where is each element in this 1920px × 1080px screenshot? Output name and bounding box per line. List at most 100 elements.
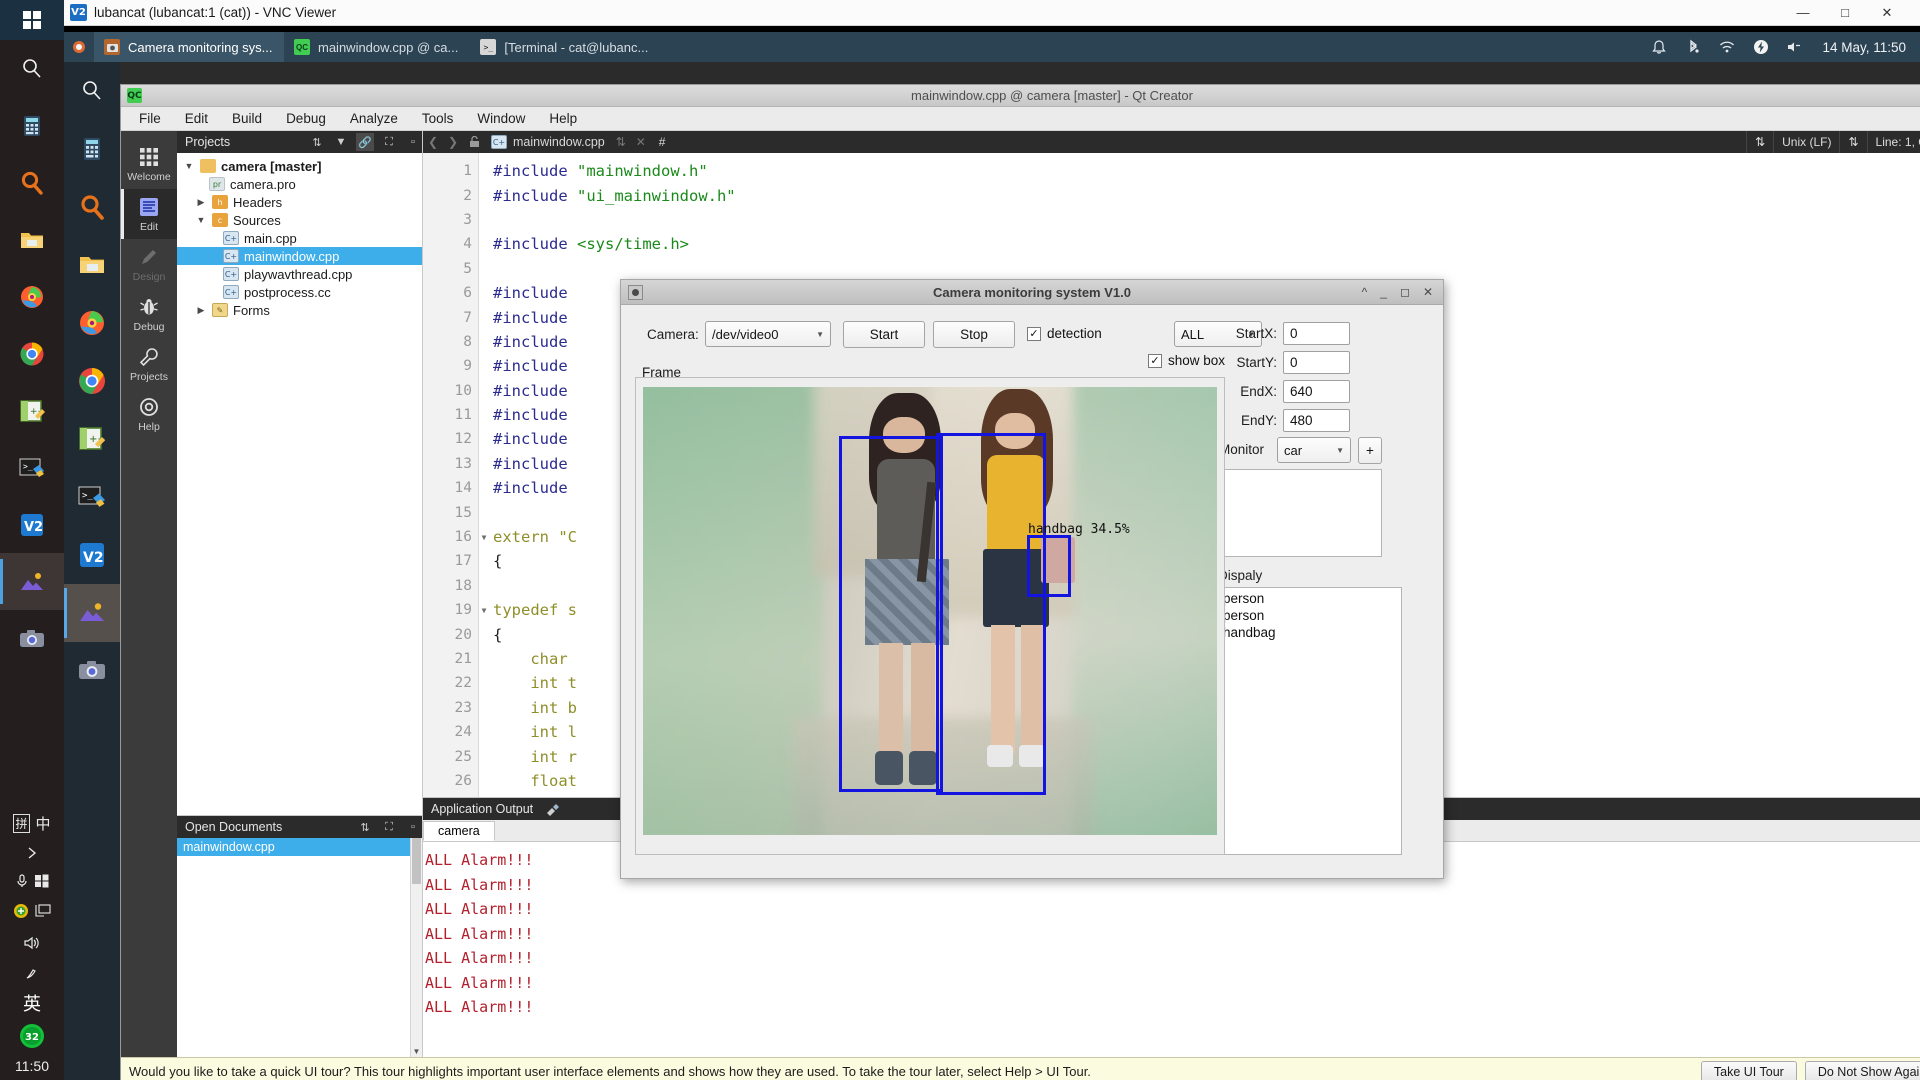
dock-calculator-icon[interactable] — [64, 120, 120, 178]
tree-item-camera-pro[interactable]: pr camera.pro — [177, 175, 422, 193]
maximize-button[interactable]: □ — [1838, 5, 1852, 21]
show-box-checkbox[interactable]: ✓ show box — [1148, 353, 1225, 368]
vnc-viewer-icon[interactable]: V2 — [0, 496, 64, 553]
cursor-position-label[interactable]: Line: 1, Col: 1 — [1866, 131, 1920, 153]
stop-button[interactable]: Stop — [933, 321, 1015, 348]
endx-field[interactable]: 640 — [1283, 380, 1350, 403]
tree-item-forms[interactable]: ▶ ✎ Forms — [177, 301, 422, 319]
close-button[interactable]: ✕ — [1880, 5, 1894, 21]
camera-device-select[interactable]: /dev/video0 ▼ — [705, 321, 831, 347]
everything-search-icon[interactable] — [0, 154, 64, 211]
terminal-icon[interactable]: >_ — [0, 439, 64, 496]
power-icon[interactable] — [1752, 38, 1770, 56]
display-list[interactable]: person person handbag — [1218, 587, 1402, 855]
close-icon[interactable]: ▫ — [404, 818, 422, 836]
close-split-icon[interactable]: ▫ — [404, 133, 422, 151]
symbol-selector[interactable]: # — [651, 131, 674, 153]
tree-item-headers[interactable]: ▶ h Headers — [177, 193, 422, 211]
lock-icon[interactable] — [463, 136, 485, 148]
menu-analyze[interactable]: Analyze — [340, 109, 408, 128]
display-icon[interactable] — [35, 904, 51, 922]
filter-icon[interactable]: ▼ — [332, 133, 350, 151]
dock-search-icon[interactable] — [64, 62, 120, 120]
dock-firefox-icon[interactable] — [64, 294, 120, 352]
search-icon[interactable] — [0, 40, 64, 97]
starty-field[interactable]: 0 — [1283, 351, 1350, 374]
menu-tools[interactable]: Tools — [412, 109, 464, 128]
start-button[interactable] — [0, 0, 64, 40]
tree-item-camera[interactable]: ▼ camera [master] — [177, 157, 422, 175]
pen-icon[interactable] — [0, 958, 64, 988]
remote-start-button[interactable] — [64, 39, 94, 55]
encoding-dropdown-icon[interactable]: ⇅ — [1839, 131, 1866, 153]
forward-icon[interactable]: ❯ — [443, 135, 463, 149]
photos-icon[interactable] — [0, 553, 64, 610]
file-explorer-icon[interactable] — [0, 211, 64, 268]
dock-text-editor-icon[interactable]: ++ — [64, 410, 120, 468]
firefox-icon[interactable] — [0, 268, 64, 325]
close-file-icon[interactable]: ✕ — [631, 135, 651, 149]
chrome-icon[interactable] — [0, 325, 64, 382]
english-mode-icon[interactable]: 英 — [0, 988, 64, 1018]
pinyin-ime-icon[interactable]: 拼 — [13, 813, 30, 833]
file-dropdown-icon[interactable]: ⇅ — [611, 135, 631, 149]
minimize-button[interactable]: — — [1796, 5, 1810, 21]
endy-field[interactable]: 480 — [1283, 409, 1350, 432]
tree-item-playwavthread-cpp[interactable]: C+ playwavthread.cpp — [177, 265, 422, 283]
twisty-right-icon[interactable]: ▶ — [195, 197, 207, 208]
taskbar-clock[interactable]: 11:50 — [15, 1054, 49, 1074]
chevron-right-icon[interactable] — [0, 838, 64, 868]
update-icon[interactable] — [13, 903, 29, 923]
take-ui-tour-button[interactable]: Take UI Tour — [1700, 1060, 1797, 1080]
scrollbar-thumb[interactable] — [412, 838, 421, 884]
tree-item-sources[interactable]: ▼ c Sources — [177, 211, 422, 229]
startx-field[interactable]: 0 — [1283, 322, 1350, 345]
notepadpp-icon[interactable]: ++ — [0, 382, 64, 439]
open-documents-scrollbar[interactable]: ▼ — [410, 838, 422, 1057]
sort-icon[interactable]: ⇅ — [356, 818, 374, 836]
microphone-icon[interactable] — [15, 873, 29, 893]
add-monitor-button[interactable]: + — [1358, 437, 1382, 464]
bluetooth-icon[interactable] — [1684, 38, 1702, 56]
detection-checkbox[interactable]: ✓ detection — [1027, 326, 1102, 341]
maximize-button[interactable]: ◻ — [1400, 285, 1410, 299]
ime-row[interactable]: 拼 中 — [0, 808, 64, 838]
scroll-down-arrow-icon[interactable]: ▼ — [411, 1045, 422, 1057]
line-ending-selector[interactable]: Unix (LF) — [1773, 131, 1839, 153]
video-frame[interactable]: handbag 34.5% — [643, 387, 1217, 835]
mode-debug[interactable]: Debug — [121, 289, 177, 339]
dock-everything-icon[interactable] — [64, 178, 120, 236]
start-button[interactable]: Start — [843, 321, 925, 348]
list-item[interactable]: person — [1219, 590, 1401, 607]
menu-build[interactable]: Build — [222, 109, 272, 128]
clear-icon[interactable] — [543, 800, 563, 818]
sort-icon[interactable]: ⇅ — [308, 133, 326, 151]
fold-marker-icon[interactable]: ▼ — [478, 606, 490, 615]
dock-image-viewer-icon[interactable] — [64, 584, 120, 642]
menu-help[interactable]: Help — [539, 109, 587, 128]
taskbar-item-terminal[interactable]: >_ [Terminal - cat@lubanc... — [470, 32, 660, 62]
tree-item-main-cpp[interactable]: C+ main.cpp — [177, 229, 422, 247]
split-dropdown-icon[interactable]: ⇅ — [1746, 131, 1773, 153]
taskbar-item-camera[interactable]: Camera monitoring sys... — [94, 32, 284, 62]
list-item[interactable]: person — [1219, 607, 1401, 624]
mode-welcome[interactable]: Welcome — [121, 139, 177, 189]
split-icon[interactable]: ⛶ — [380, 818, 398, 836]
mode-help[interactable]: Help — [121, 389, 177, 439]
output-tab-camera[interactable]: camera — [423, 821, 495, 841]
dock-vnc-icon[interactable]: V2 — [64, 526, 120, 584]
taskbar-item-qtcreator[interactable]: QC mainwindow.cpp @ ca... — [284, 32, 470, 62]
fold-marker-icon[interactable]: ▼ — [478, 533, 490, 542]
counter-32-icon[interactable]: 32 — [0, 1018, 64, 1054]
monitor-list[interactable] — [1218, 469, 1382, 557]
wifi-icon[interactable] — [1718, 38, 1736, 56]
do-not-show-again-button[interactable]: Do Not Show Again — [1804, 1060, 1920, 1080]
dock-file-manager-icon[interactable] — [64, 236, 120, 294]
menu-edit[interactable]: Edit — [175, 109, 218, 128]
dock-camera-icon[interactable] — [64, 642, 120, 700]
twisty-right-icon[interactable]: ▶ — [195, 305, 207, 316]
monitor-select[interactable]: car ▼ — [1277, 437, 1351, 463]
editor-file-tab[interactable]: C+ mainwindow.cpp — [485, 135, 611, 149]
calculator-icon[interactable] — [0, 97, 64, 154]
mode-design[interactable]: Design — [121, 239, 177, 289]
